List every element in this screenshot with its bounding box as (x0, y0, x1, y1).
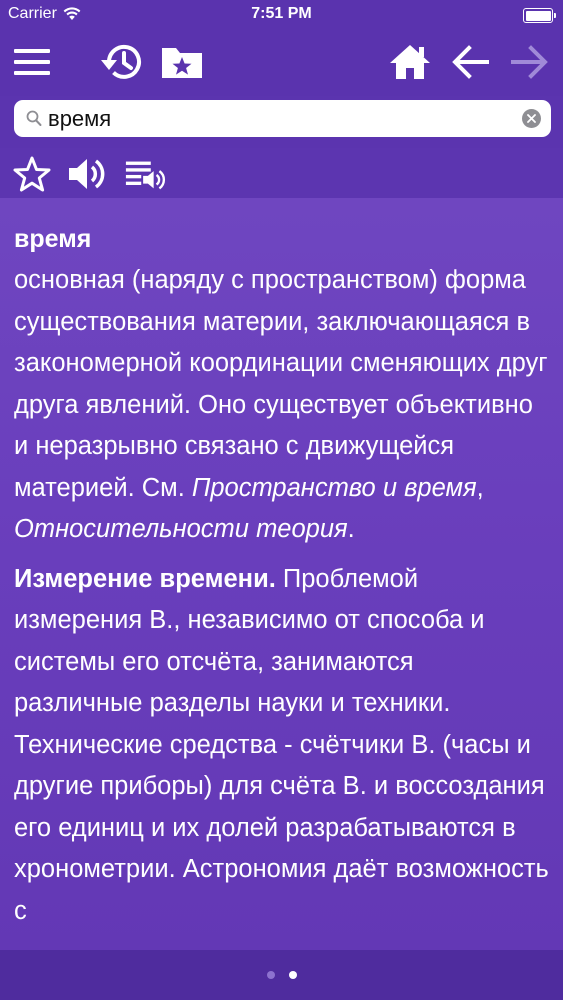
definition-text: основная (наряду с пространством) форма … (14, 266, 548, 502)
section-text: Проблемой измерения В., независимо от сп… (14, 564, 549, 925)
search-icon (26, 110, 42, 126)
close-icon (527, 114, 536, 123)
article-actions (0, 148, 563, 198)
search-input[interactable] (48, 103, 518, 134)
article-content: время основная (наряду с пространством) … (0, 198, 563, 950)
read-aloud-button[interactable] (124, 154, 168, 194)
cross-reference-link[interactable]: Относительности теория (14, 515, 348, 543)
star-icon (13, 156, 51, 192)
top-toolbar (0, 30, 563, 96)
menu-button[interactable] (8, 38, 56, 86)
headword: время (14, 225, 92, 253)
status-bar: Carrier 7:51 PM (0, 0, 563, 30)
menu-icon (14, 49, 50, 75)
search-field (14, 100, 551, 137)
page-indicator (0, 950, 563, 1000)
home-button[interactable] (386, 38, 434, 86)
definition-paragraph: основная (наряду с пространством) форма … (14, 260, 549, 551)
favorite-button[interactable] (10, 154, 54, 194)
page-dot-active[interactable] (288, 971, 297, 979)
speaker-icon (69, 159, 105, 189)
separator: , (476, 473, 484, 502)
back-button[interactable] (446, 38, 494, 86)
battery-icon (523, 8, 556, 23)
history-icon (101, 44, 141, 79)
section-paragraph: Измерение времени. Проблемой измерения В… (14, 559, 549, 933)
back-arrow-icon (452, 45, 489, 79)
home-icon (390, 45, 430, 79)
search-bar (0, 96, 563, 148)
playlist-audio-icon (125, 161, 166, 190)
bookmarks-folder-icon (162, 48, 202, 78)
clear-search-button[interactable] (522, 109, 541, 128)
cross-reference-link[interactable]: Пространство и время (192, 474, 477, 502)
bookmarks-button[interactable] (158, 38, 206, 86)
period: . (347, 515, 355, 543)
forward-button[interactable] (506, 38, 554, 86)
page-dot[interactable] (266, 971, 275, 979)
section-title: Измерение времени. (14, 564, 276, 593)
forward-arrow-icon (511, 45, 548, 79)
history-button[interactable] (98, 38, 146, 86)
pronounce-button[interactable] (66, 154, 110, 194)
clock: 7:51 PM (251, 5, 312, 22)
